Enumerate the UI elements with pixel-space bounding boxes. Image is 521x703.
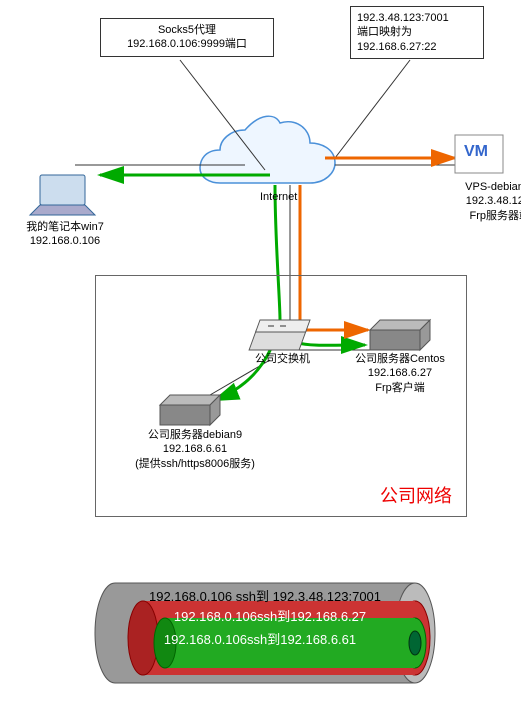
switch-label: 公司交换机 — [255, 352, 310, 366]
tunnel-outer-text: 192.168.0.106 ssh到 192.3.48.123:7001 — [120, 589, 410, 606]
vps-label: VPS-debian9 192.3.48.123 Frp服务器端 — [440, 180, 521, 223]
callout-socks5: Socks5代理 192.168.0.106:9999端口 — [100, 18, 274, 57]
company-network-label: 公司网络 — [380, 485, 452, 508]
callout-port: 192.3.48.123:7001 端口映射为 192.168.6.27:22 — [350, 6, 484, 59]
company-network-box — [95, 275, 467, 517]
callout-port-line1: 192.3.48.123:7001 — [357, 11, 477, 25]
callout-socks5-line1: Socks5代理 — [107, 23, 267, 37]
callout-socks5-line2: 192.168.0.106:9999端口 — [107, 37, 267, 51]
centos-label: 公司服务器Centos 192.168.6.27 Frp客户端 — [345, 352, 455, 395]
callout-port-line2: 端口映射为 — [357, 25, 477, 39]
vm-badge: VM — [464, 142, 488, 163]
laptop-icon — [30, 175, 95, 215]
laptop-label: 我的笔记本win7 192.168.0.106 — [10, 220, 120, 249]
callout-port-line3: 192.168.6.27:22 — [357, 40, 477, 54]
tunnel-inner-text: 192.168.0.106ssh到192.168.6.61 — [130, 632, 390, 649]
cloud-icon — [200, 116, 335, 183]
debian9-label: 公司服务器debian9 192.168.6.61 (提供ssh/https80… — [120, 428, 270, 471]
internet-label: Internet — [260, 190, 297, 204]
tunnel-middle-text: 192.168.0.106ssh到192.168.6.27 — [140, 609, 400, 626]
